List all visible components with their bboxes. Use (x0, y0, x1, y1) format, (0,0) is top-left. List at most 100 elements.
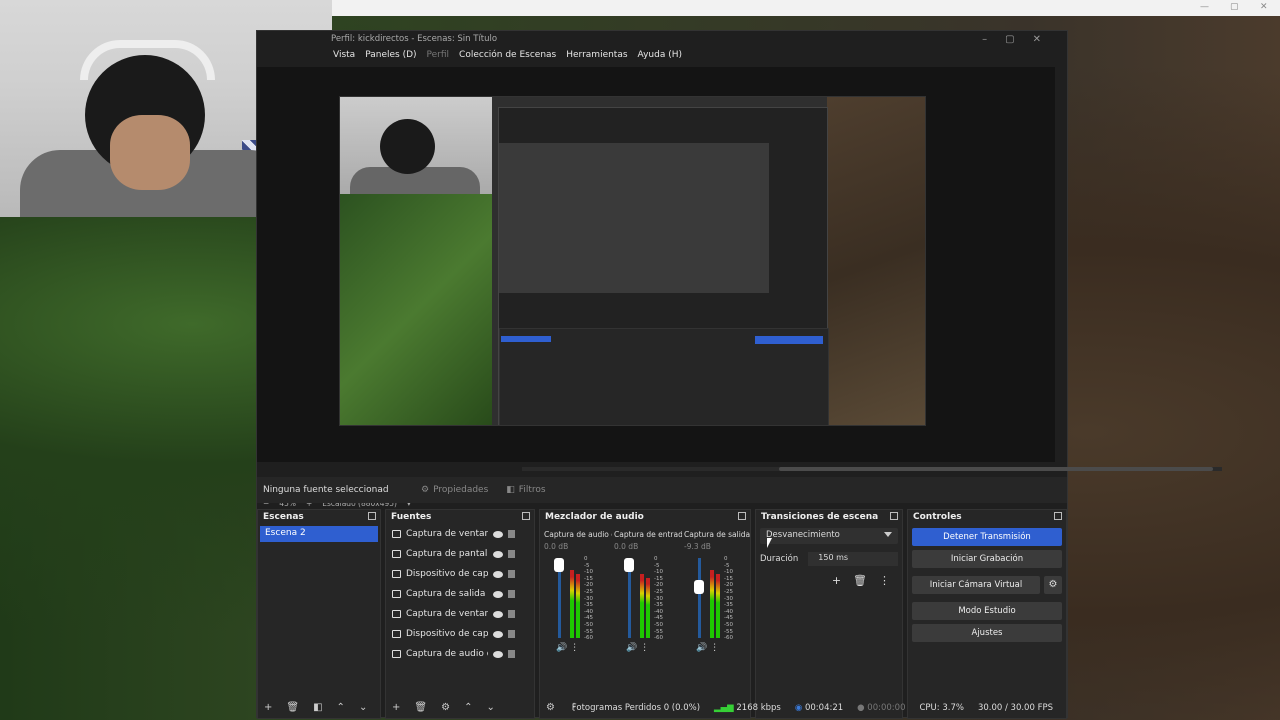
meter-tick: -40 (584, 608, 593, 615)
eye-icon[interactable] (493, 530, 503, 538)
monitor-icon (392, 550, 401, 558)
popout-icon[interactable] (522, 512, 530, 520)
lock-icon[interactable] (508, 610, 515, 618)
eye-icon[interactable] (493, 590, 503, 598)
channel-db: -9.3 dB (684, 542, 711, 551)
window-controls[interactable]: –▢✕ (982, 34, 1059, 45)
start-record-button[interactable]: Iniciar Grabación (912, 550, 1062, 568)
meter-tick: -25 (654, 588, 663, 595)
lock-icon[interactable] (508, 570, 515, 578)
popout-icon[interactable] (368, 512, 376, 520)
blue (755, 336, 823, 344)
menu-ayuda[interactable]: Ayuda (H) (638, 50, 682, 66)
hd: Fuentes (386, 510, 534, 524)
transition-select[interactable]: Desvanecimiento (760, 528, 898, 544)
popout-icon[interactable] (890, 512, 898, 520)
transition-value: Desvanecimiento (766, 530, 840, 540)
preview-canvas[interactable] (339, 96, 926, 426)
audio-icon (392, 650, 401, 658)
meter-tick: -35 (724, 602, 733, 609)
mixer-dock: Mezclador de audio Captura de audio de0.… (539, 509, 752, 719)
popout-icon[interactable] (1054, 512, 1062, 520)
menu-vista[interactable]: Vista (333, 50, 355, 66)
eye-icon[interactable] (493, 610, 503, 618)
meter-tick: -10 (654, 569, 663, 576)
source-item[interactable]: Captura de ventana (386, 604, 534, 624)
preview-area[interactable]: − 45% + Escalado (880x495) ▾ (257, 67, 1055, 508)
source-item[interactable]: Captura de audio de (386, 644, 534, 664)
volume-knob[interactable] (694, 580, 704, 594)
hd: Escenas (258, 510, 380, 524)
fps: 30.00 / 30.00 FPS (977, 703, 1053, 713)
lock-icon[interactable] (508, 590, 515, 598)
popout-icon[interactable] (738, 512, 746, 520)
meter-tick: -15 (654, 575, 663, 582)
mute-icon[interactable]: 🔊 ⋮ (556, 643, 579, 653)
mute-icon[interactable]: 🔊 ⋮ (696, 643, 719, 653)
preview-scrollbar[interactable] (522, 467, 1222, 471)
maximize-icon[interactable]: ▢ (1230, 2, 1239, 12)
level-meter (716, 574, 720, 638)
meter-tick: -10 (724, 569, 733, 576)
cpu: CPU: 3.7% (919, 703, 964, 713)
meter-tick: -20 (654, 582, 663, 589)
mute-icon[interactable]: 🔊 ⋮ (626, 643, 649, 653)
volume-knob[interactable] (624, 558, 634, 572)
filters-button[interactable]: ◧ Filtros (506, 485, 545, 495)
gear-icon[interactable]: ⚙ (1044, 576, 1062, 594)
duration-input[interactable]: 150 ms (808, 552, 898, 566)
blue2 (501, 336, 551, 342)
menu-perfil[interactable]: Perfil (427, 50, 450, 66)
level-meter (570, 570, 574, 638)
add-icon[interactable]: + (832, 574, 841, 587)
hd: Mezclador de audio (540, 510, 750, 524)
hd: Transiciones de escena (756, 510, 902, 524)
inner (499, 143, 769, 293)
source-item[interactable]: Captura de ventana (386, 524, 534, 544)
eye-icon[interactable] (493, 650, 503, 658)
meter-tick: -25 (724, 588, 733, 595)
source-item[interactable]: Dispositivo de captura (386, 564, 534, 584)
volume-knob[interactable] (554, 558, 564, 572)
lock-icon[interactable] (508, 550, 515, 558)
trash-icon[interactable]: 🗑 (853, 574, 867, 587)
menu-coleccion[interactable]: Colección de Escenas (459, 50, 556, 66)
close-icon[interactable]: ✕ (1260, 2, 1268, 12)
level-meter (710, 570, 714, 638)
source-item[interactable]: Captura de salida de audio (386, 584, 534, 604)
camera-icon (392, 570, 401, 578)
controls-header: Controles (913, 512, 962, 522)
lock-icon[interactable] (508, 650, 515, 658)
menu-herramientas[interactable]: Herramientas (566, 50, 627, 66)
hd: Controles (908, 510, 1066, 524)
controls-dock: Controles Detener Transmisión Iniciar Gr… (907, 509, 1067, 719)
eye-icon[interactable] (493, 630, 503, 638)
chevron-down-icon (884, 532, 892, 537)
source-label: Captura de audio de (406, 649, 488, 659)
source-toolbar: Ninguna fuente seleccionad ⚙ Propiedades … (257, 477, 1067, 503)
lock-icon[interactable] (508, 630, 515, 638)
minimize-icon[interactable]: — (1200, 2, 1209, 12)
settings-button[interactable]: Ajustes (912, 624, 1062, 642)
source-item[interactable]: Dispositivo de captura (386, 624, 534, 644)
stop-stream-button[interactable]: Detener Transmisión (912, 528, 1062, 546)
meter-tick: -20 (724, 582, 733, 589)
menu-paneles[interactable]: Paneles (D) (365, 50, 416, 66)
headset (80, 40, 215, 80)
more-icon[interactable]: ⋮ (879, 574, 890, 587)
properties-button[interactable]: ⚙ Propiedades (421, 485, 488, 495)
gear-icon: ⚙ (421, 485, 430, 495)
volume-slider[interactable] (698, 558, 701, 638)
mixer-channel: Captura de salida d -9.3 dB 0 -5 -10 -15 -20 -2… (684, 530, 752, 660)
source-item[interactable]: Captura de pantalla (386, 544, 534, 564)
camera-icon (392, 630, 401, 638)
scene-item[interactable]: Escena 2 (260, 526, 378, 542)
eye-icon[interactable] (493, 550, 503, 558)
virtual-cam-button[interactable]: Iniciar Cámara Virtual (912, 576, 1040, 594)
level-meter (646, 578, 650, 638)
eye-icon[interactable] (493, 570, 503, 578)
meter-tick: -60 (584, 635, 593, 642)
lock-icon[interactable] (508, 530, 515, 538)
rec-time: ● 00:00:00 (857, 703, 905, 713)
studio-mode-button[interactable]: Modo Estudio (912, 602, 1062, 620)
